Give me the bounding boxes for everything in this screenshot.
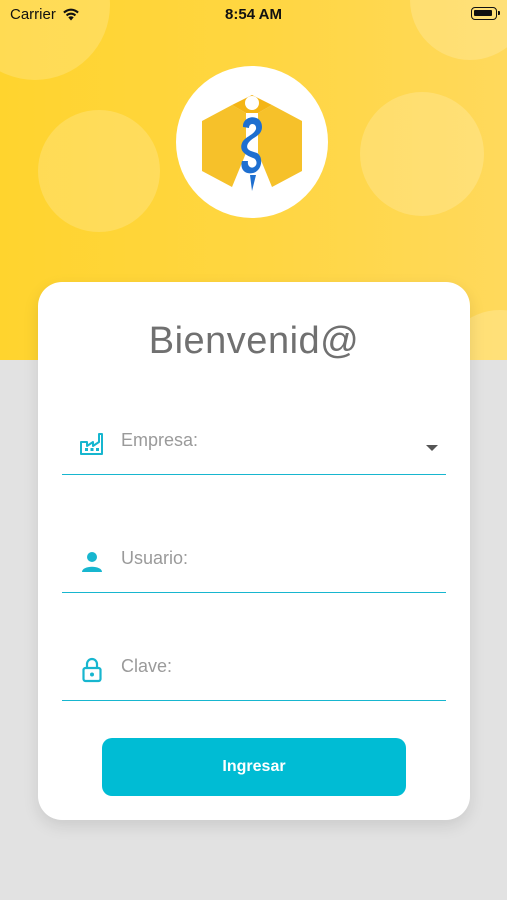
lock-icon (82, 657, 102, 683)
empresa-label: Empresa: (121, 430, 199, 450)
status-bar: Carrier 8:54 AM (0, 0, 507, 30)
isotype-cube-icon (202, 95, 302, 191)
usuario-label: Usuario: (121, 548, 189, 568)
decorative-bubble (38, 110, 160, 232)
clave-label: Clave: (121, 656, 173, 676)
status-time: 8:54 AM (225, 6, 282, 23)
usuario-field[interactable]: Usuario: (62, 538, 446, 593)
empresa-select[interactable]: Empresa: (62, 420, 446, 475)
app-logo (176, 66, 328, 218)
chevron-down-icon[interactable] (426, 445, 438, 451)
factory-icon (80, 433, 103, 455)
login-card: Bienvenid@ Empresa: Usuario: Clave: Ingr… (38, 282, 470, 820)
ingresar-button[interactable]: Ingresar (102, 738, 406, 796)
battery-icon (471, 7, 500, 20)
clave-field[interactable]: Clave: (62, 646, 446, 701)
decorative-bubble (360, 92, 484, 216)
person-icon (82, 552, 102, 572)
page-title: Bienvenid@ (148, 320, 360, 362)
